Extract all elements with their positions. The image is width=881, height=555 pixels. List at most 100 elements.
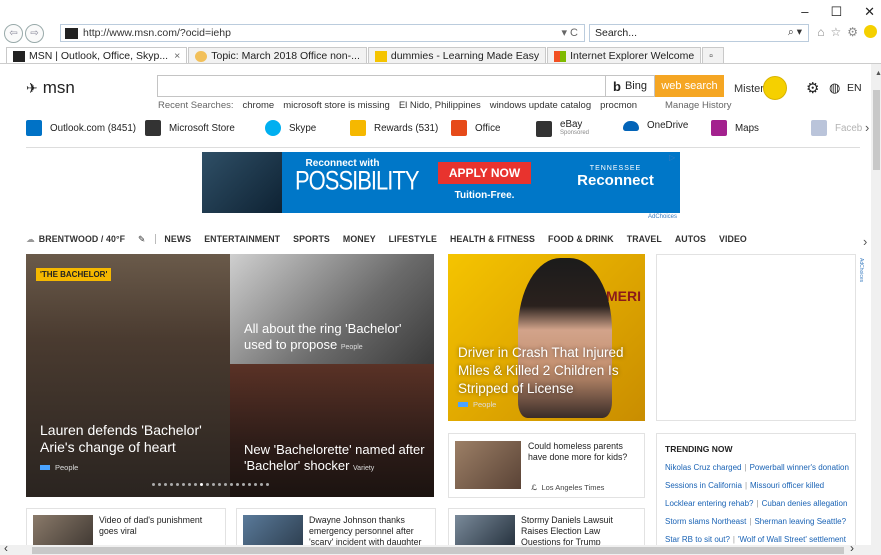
recent-search-item[interactable]: El Nido, Philippines — [399, 100, 481, 111]
avatar[interactable] — [763, 76, 787, 100]
quicklink-office[interactable]: Office — [451, 120, 500, 136]
quicklink-onedrive[interactable]: OneDrive — [623, 120, 688, 131]
hero-card-ring[interactable]: All about the ring 'Bachelor' used to pr… — [230, 254, 434, 364]
quicklink-maps[interactable]: Maps — [711, 120, 759, 136]
nav-item-autos[interactable]: AUTOS — [675, 234, 706, 244]
trending-link[interactable]: Cuban denies allegation — [762, 499, 848, 508]
globe-icon[interactable]: ◍ — [829, 80, 840, 96]
settings-icon[interactable]: ⚙ — [806, 79, 819, 97]
recent-search-item[interactable]: microsoft store is missing — [283, 100, 390, 111]
ad-big-text: POSSIBILITY — [295, 165, 420, 196]
vertical-scroll-thumb[interactable] — [873, 90, 880, 170]
windows-tab-icon — [554, 50, 567, 62]
trending-link[interactable]: Locklear entering rehab? — [665, 499, 754, 508]
nav-item-news[interactable]: NEWS — [164, 234, 191, 244]
trending-link[interactable]: Nikolas Cruz charged — [665, 463, 741, 472]
new-tab-button[interactable]: ▫ — [702, 47, 725, 64]
horizontal-scroll-thumb[interactable] — [32, 547, 844, 554]
nav-item-money[interactable]: MONEY — [343, 234, 376, 244]
user-name[interactable]: Mister — [734, 83, 764, 95]
trending-link[interactable]: 'Wolf of Wall Street' settlement — [738, 535, 846, 544]
trending-link[interactable]: Powerball winner's donation — [750, 463, 849, 472]
story-title: Could homeless parents have done more fo… — [528, 441, 628, 462]
language-selector[interactable]: EN — [847, 82, 862, 94]
tab-ie-welcome[interactable]: Internet Explorer Welcome — [547, 47, 702, 64]
tab-close-icon[interactable]: × — [174, 50, 180, 62]
trending-link[interactable]: Sherman leaving Seattle? — [754, 517, 846, 526]
nav-item-sports[interactable]: SPORTS — [293, 234, 330, 244]
carousel-dots[interactable] — [152, 483, 312, 486]
sponsored-label: Sponsored — [560, 130, 590, 136]
back-button[interactable]: ⇦ — [4, 23, 23, 43]
search-icon[interactable]: ⌕ ▾ — [788, 26, 802, 39]
feedback-smiley-icon[interactable] — [864, 25, 877, 38]
minimize-button[interactable]: – — [801, 4, 808, 20]
banner-ad[interactable]: Reconnect with POSSIBILITY APPLY NOW Tui… — [202, 152, 680, 213]
nav-item-health[interactable]: HEALTH & FITNESS — [450, 234, 535, 244]
nav-item-video[interactable]: VIDEO — [719, 234, 747, 244]
refresh-dropdown-icon[interactable]: ▾ C — [561, 26, 578, 39]
home-icon[interactable]: ⌂ — [817, 25, 824, 39]
ad-slot[interactable] — [656, 254, 856, 421]
hero-card-driver[interactable]: AMERI Driver in Crash That Injured Miles… — [448, 254, 645, 421]
trending-row: Storm slams Northeast | Sherman leaving Se… — [665, 517, 847, 526]
scroll-up-icon[interactable]: ▲ — [875, 70, 881, 77]
forward-arrow-icon: ⇨ — [30, 27, 39, 39]
nav-item-lifestyle[interactable]: LIFESTYLE — [389, 234, 437, 244]
category-nav: ☁ BRENTWOOD / 40°F ✎ NEWS ENTERTAINMENT … — [26, 232, 866, 246]
recent-searches-label: Recent Searches: — [158, 100, 234, 111]
source-label: People — [473, 400, 497, 409]
quicklink-facebook[interactable]: Faceb — [811, 120, 862, 136]
nav-item-entertainment[interactable]: ENTERTAINMENT — [204, 234, 280, 244]
trending-link[interactable]: Star RB to sit out? — [665, 535, 730, 544]
maximize-button[interactable]: ☐ — [830, 4, 842, 20]
trending-row: Locklear entering rehab? | Cuban denies al… — [665, 499, 848, 508]
adchoices-vertical[interactable]: AdChoices — [858, 258, 864, 282]
tab-dummies[interactable]: dummies - Learning Made Easy — [367, 47, 547, 64]
trending-link[interactable]: Sessions in California — [665, 481, 742, 490]
cloud-icon: ☁ — [26, 233, 35, 244]
nav-next-icon[interactable]: › — [863, 234, 867, 249]
nav-item-travel[interactable]: TRAVEL — [627, 234, 662, 244]
hero-card-bachelorette[interactable]: New 'Bachelorette' named after 'Bachelor… — [230, 364, 434, 497]
edit-pencil-icon[interactable]: ✎ — [138, 234, 145, 245]
recent-search-item[interactable]: chrome — [243, 100, 275, 111]
msn-search-input[interactable] — [157, 75, 606, 97]
quicklink-ebay[interactable]: eBay Sponsored — [536, 120, 589, 138]
source-label: Variety — [353, 465, 375, 472]
quicklink-outlook[interactable]: Outlook.com (8451) — [26, 120, 136, 136]
ad-info-icon[interactable]: ▷ — [669, 153, 675, 162]
msn-logo[interactable]: ✈ msn — [26, 78, 75, 98]
tab-msn[interactable]: MSN | Outlook, Office, Skyp... × — [6, 47, 188, 64]
web-search-button[interactable]: web search — [655, 75, 724, 97]
settings-gear-icon[interactable]: ⚙ — [847, 25, 858, 39]
trending-link[interactable]: Storm slams Northeast — [665, 517, 746, 526]
manage-history-link[interactable]: Manage History — [665, 100, 732, 111]
address-input[interactable]: http://www.msn.com/?ocid=iehp ▾ C — [60, 24, 585, 42]
quicklink-rewards[interactable]: Rewards (531) — [350, 120, 438, 136]
recent-search-item[interactable]: procmon — [600, 100, 637, 111]
nav-item-food[interactable]: FOOD & DRINK — [548, 234, 614, 244]
bing-button[interactable]: b Bing — [606, 75, 655, 97]
trending-link[interactable]: Missouri officer killed — [750, 481, 824, 490]
quicklink-skype[interactable]: Skype — [265, 120, 316, 136]
favorites-star-icon[interactable]: ☆ — [830, 25, 841, 39]
quick-links-bar: Outlook.com (8451) Microsoft Store Skype… — [26, 118, 866, 140]
quicklinks-next-icon[interactable]: › — [865, 120, 869, 135]
tab-office-topic[interactable]: Topic: March 2018 Office non-... — [188, 47, 367, 64]
browser-search-input[interactable]: Search... ⌕ ▾ — [589, 24, 809, 42]
scroll-left-icon[interactable]: ‹ — [4, 541, 8, 555]
hero-card-bachelor[interactable]: 'THE BACHELOR' Lauren defends 'Bachelor'… — [26, 254, 230, 497]
ad-apply-button[interactable]: APPLY NOW — [438, 162, 531, 184]
ad-headline: Reconnect with POSSIBILITY — [295, 158, 420, 196]
story-card-homeless[interactable]: Could homeless parents have done more fo… — [448, 433, 645, 498]
recent-search-item[interactable]: windows update catalog — [490, 100, 591, 111]
close-button[interactable]: ✕ — [864, 4, 875, 20]
trending-row: Nikolas Cruz charged | Powerball winner's … — [665, 463, 849, 472]
adchoices-link[interactable]: AdChoices — [648, 214, 677, 220]
scroll-right-icon[interactable]: › — [850, 541, 854, 555]
forward-button[interactable]: ⇨ — [25, 23, 44, 43]
quicklink-store[interactable]: Microsoft Store — [145, 120, 235, 136]
weather-location[interactable]: BRENTWOOD / 40°F — [39, 234, 125, 244]
quicklink-label: Office — [475, 122, 501, 134]
